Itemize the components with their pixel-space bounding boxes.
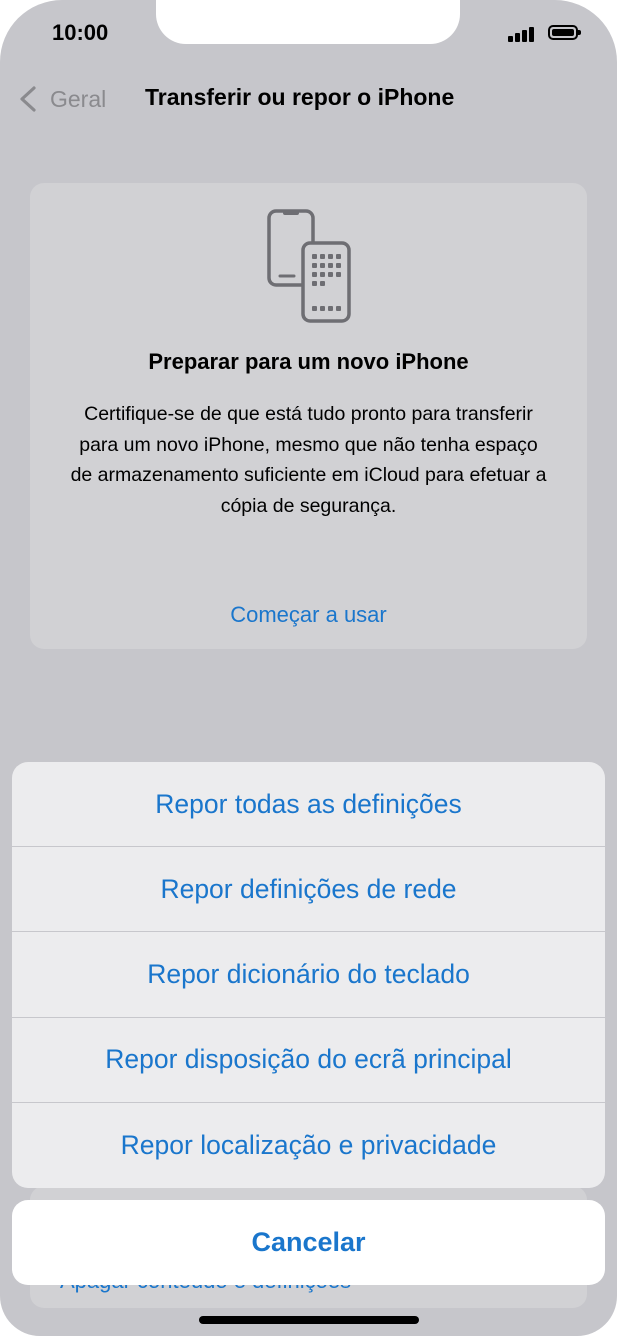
- reset-keyboard-dictionary-button[interactable]: Repor dicionário do teclado: [12, 932, 605, 1018]
- reset-location-privacy-button[interactable]: Repor localização e privacidade: [12, 1103, 605, 1188]
- chevron-left-icon: [20, 86, 36, 112]
- status-time: 10:00: [52, 20, 109, 45]
- card-title: Preparar para um novo iPhone: [148, 349, 469, 374]
- card-description: Certifique-se de que está tudo pronto pa…: [70, 403, 547, 517]
- reset-network-settings-button[interactable]: Repor definições de rede: [12, 847, 605, 933]
- action-sheet: Repor todas as definições Repor definiçõ…: [12, 762, 605, 1188]
- battery-icon: [548, 25, 581, 40]
- two-phones-icon: [267, 209, 351, 323]
- reset-all-settings-button[interactable]: Repor todas as definições: [12, 762, 605, 848]
- page-title: Transferir ou repor o iPhone: [145, 84, 455, 110]
- reset-home-screen-layout-button[interactable]: Repor disposição do ecrã principal: [12, 1018, 605, 1103]
- notch: [156, 0, 460, 44]
- home-indicator[interactable]: [199, 1316, 419, 1324]
- back-button[interactable]: Geral: [16, 80, 106, 118]
- phone-screen: 10:00 Geral Transferir ou repor o iPhone: [0, 0, 617, 1336]
- prepare-card: Preparar para um novo iPhone Certifique-…: [30, 183, 587, 649]
- get-started-link[interactable]: Começar a usar: [30, 602, 587, 628]
- cancel-button[interactable]: Cancelar: [12, 1200, 605, 1285]
- back-label: Geral: [50, 85, 107, 112]
